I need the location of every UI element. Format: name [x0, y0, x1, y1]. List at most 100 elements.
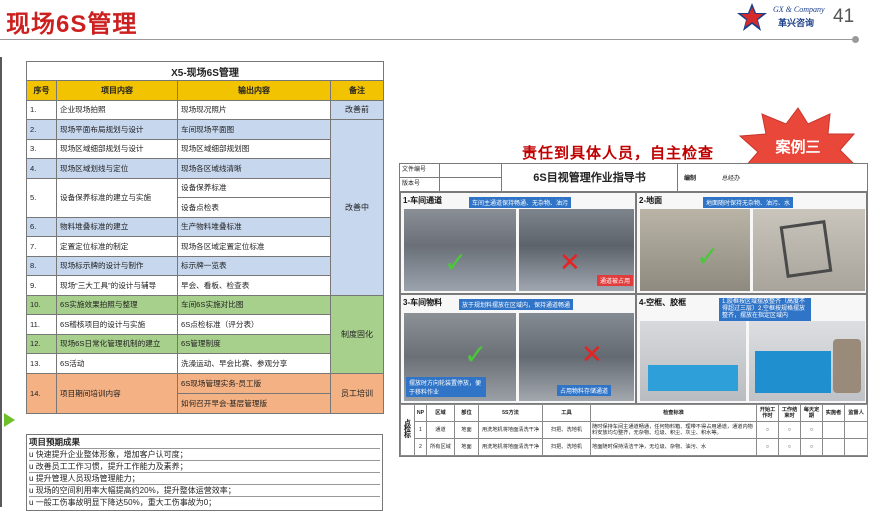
- row-remark-group: 改善中: [329, 119, 385, 296]
- row-output: 现场各区域线清晰: [177, 158, 331, 179]
- cell-method: 用洗地机将地面清洗干净: [478, 438, 543, 456]
- table-row: 2. 现场平面布局规划与设计 车间现场平面图 改善中: [26, 119, 385, 296]
- row-number: 7.: [26, 236, 57, 257]
- 6s-instruction-document: 文件编号 版本号 6S目视管理作业指导书 编制 总经办 1-车间通道 车间主通道…: [399, 163, 868, 457]
- table-row: 3. 现场区域细部规划与设计 现场区域细部规划图: [26, 138, 384, 159]
- left-edge-bar: [0, 57, 2, 507]
- list-item: u 一般工伤事故明显下降达50%，重大工伤事故为0；: [29, 496, 380, 508]
- cell-end: ○: [778, 438, 801, 456]
- cell-supervisor: [844, 438, 868, 456]
- play-arrow-icon[interactable]: [4, 413, 15, 427]
- row-number: 6.: [26, 216, 57, 237]
- version-label: 版本号: [400, 178, 440, 192]
- photo-material-good: ✓ 摆放时方向轮装置停放，便于移料作业: [404, 313, 516, 401]
- frame-shape: [779, 220, 833, 278]
- panel-aisle: 1-车间通道 车间主通道保持畅通、无杂物、油污 ✓ ✕ 通道被占用: [400, 192, 636, 294]
- check-mark-icon: ✓: [464, 339, 488, 370]
- cell-np: 1: [414, 421, 427, 439]
- row-item: 企业现场拍照: [56, 99, 178, 120]
- expected-results: 项目预期成果 u 快速提升企业整体形象，增加客户认可度； u 改善员工工作习惯，…: [26, 434, 383, 511]
- row-output: 现场现况照片: [177, 99, 331, 120]
- panel-material: 3-车间物料 放于规划料摆放在区域内，保持通道畅通 ✓ 摆放时方向轮装置停放，便…: [400, 294, 636, 404]
- cell-daily: ○: [800, 438, 823, 456]
- row-item: 现场平面布局规划与设计: [56, 119, 178, 140]
- inspection-table: 点检标 NP 区域 部位 5S方法 工具 检查标准 开始工作时 工作结束时 每天…: [400, 404, 868, 456]
- row-output: 现场各区域定置定位标准: [177, 236, 331, 257]
- col-header-output: 输出内容: [177, 80, 331, 101]
- row-remark: 改善前: [329, 99, 385, 120]
- author-value: 总经办: [722, 176, 741, 182]
- table-row: 8. 现场标示牌的设计与制作 标示牌一览表: [26, 255, 384, 276]
- row-item: 6S活动: [56, 353, 178, 374]
- row-item: 物料堆叠标准的建立: [56, 216, 178, 237]
- logo-english-name: GX & Company: [773, 5, 825, 14]
- photo-material-bad: ✕ 占用物料存储通道: [519, 313, 634, 401]
- panel-note: 1.胶框按区域摆放整齐（高度不得超过三层）2.空框按规格摆放整齐，摆放在指定区域…: [719, 298, 811, 321]
- photo-boxes-1: [640, 321, 746, 401]
- panel-note: 地面随时保持无杂物、油污、水: [703, 197, 794, 208]
- table-caption: X5-现场6S管理: [25, 61, 385, 81]
- row-number: 9.: [26, 275, 57, 296]
- row-output: 设备保养标准: [177, 177, 331, 198]
- bullet: u: [29, 474, 34, 483]
- cell-np: 2: [414, 438, 427, 456]
- row-number: 10.: [26, 294, 57, 315]
- panel-hint: 摆放时方向轮装置停放，便于移料作业: [406, 377, 486, 397]
- result-text: 提升管理人员现场管理能力；: [35, 474, 140, 483]
- result-text: 改善员工工作习惯，提升工作能力及素养；: [35, 462, 188, 471]
- document-title: 6S目视管理作业指导书: [502, 164, 678, 192]
- row-item: 定置定位标准的制定: [56, 236, 178, 257]
- row-number: 5.: [26, 177, 57, 218]
- bullet: u: [29, 450, 34, 459]
- blue-boxes-shape: [648, 365, 738, 391]
- table-row: 2 所有区域 地面 用洗地机将地面清洗干净 扫把、洗地机 地面随时保持清洁干净，…: [401, 438, 868, 456]
- table-row: 12. 现场6S日常化管理机制的建立 6S管理制度: [26, 333, 384, 354]
- row-output-split: 6S现场管理实务-员工版 如何召开早会-基层管理版: [177, 372, 331, 414]
- cell-daily: ○: [800, 421, 823, 439]
- table-row: 1. 企业现场拍照 现场现况照片 改善前: [26, 99, 385, 120]
- row-number: 8.: [26, 255, 57, 276]
- row-output: 生产物料堆叠标准: [177, 216, 331, 237]
- photo-boxes-2: [749, 321, 865, 401]
- row-number: 13.: [26, 353, 57, 374]
- cell-tool: 扫把、洗地机: [542, 421, 591, 439]
- 6s-plan-table: X5-现场6S管理 序号 项目内容 输出内容 备注 1. 企业现场拍照 现场现况…: [25, 61, 385, 414]
- result-text: 快速提升企业整体形象，增加客户认可度；: [35, 450, 188, 459]
- results-title: 项目预期成果: [29, 437, 81, 447]
- photo-floor-bad: [753, 209, 865, 291]
- cell-executor: [822, 421, 845, 439]
- inspection-side-label: 点检标: [400, 404, 415, 456]
- cell-standard: 随时保持车间主通道畅通，任何物料箱、理带不得占用通道，通道内物料安放均匀整齐，无…: [590, 421, 757, 439]
- col-header-no: 序号: [26, 80, 57, 101]
- row-number: 12.: [26, 333, 57, 354]
- row-item: 现场标示牌的设计与制作: [56, 255, 178, 276]
- file-no-value: [440, 164, 502, 178]
- row-output: 车间6S实施对比图: [177, 294, 331, 315]
- row-output: 现场区域细部规划图: [177, 138, 331, 159]
- col-tool: 工具: [542, 404, 591, 422]
- result-text: 一般工伤事故明显下降达50%，重大工伤事故为0；: [35, 498, 217, 507]
- col-supervisor: 监督人: [844, 404, 868, 422]
- row-number: 14.: [26, 372, 57, 414]
- col-header-item: 项目内容: [56, 80, 178, 101]
- panel-label: 4-空框、胶框: [639, 298, 687, 307]
- panel-warning: 通道被占用: [597, 275, 634, 286]
- list-item: u 现场的空间利用率大幅提高约20%，提升整体运营效率；: [29, 484, 380, 496]
- cross-mark-icon: ✕: [581, 339, 603, 369]
- row-item: 6S实施效果拍照与整理: [56, 294, 178, 315]
- col-method: 5S方法: [478, 404, 543, 422]
- row-item: 现场6S日常化管理机制的建立: [56, 333, 178, 354]
- row-output: 6S管理制度: [177, 333, 331, 354]
- bullet: u: [29, 462, 34, 471]
- table-row: 5. 设备保养标准的建立与实施 设备保养标准: [26, 177, 384, 218]
- document-header: 文件编号 版本号 6S目视管理作业指导书 编制 总经办: [400, 164, 867, 192]
- cell-part: 地面: [454, 438, 479, 456]
- table-row: 1 通道 地面 用洗地机将地面清洗干净 扫把、洗地机 随时保持车间主通道畅通，任…: [401, 421, 868, 439]
- cell-part: 地面: [454, 421, 479, 439]
- row-number: 4.: [26, 158, 57, 179]
- row-number: 3.: [26, 138, 57, 159]
- row-number: 11.: [26, 314, 57, 335]
- row-item: 现场“三大工具”的设计与辅导: [56, 275, 178, 296]
- cross-mark-icon: ✕: [559, 247, 581, 277]
- table-row: 10. 6S实施效果拍照与整理 车间6S实施对比图 制度固化: [26, 294, 385, 374]
